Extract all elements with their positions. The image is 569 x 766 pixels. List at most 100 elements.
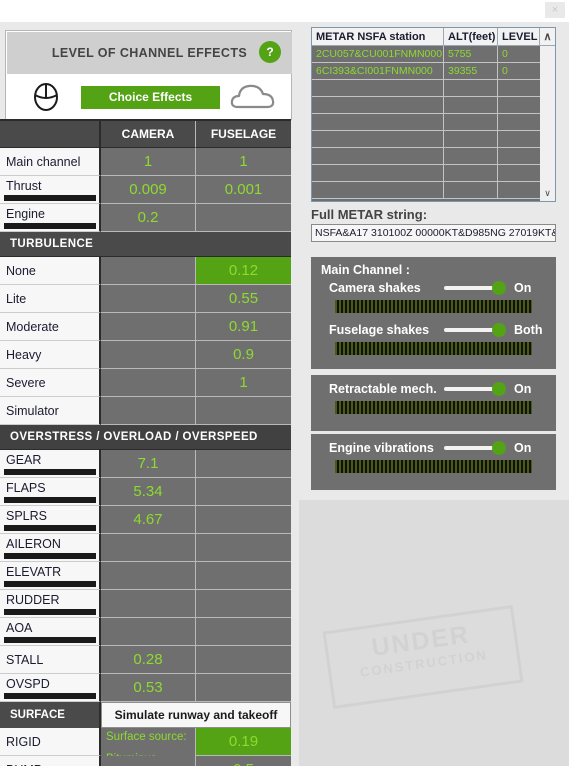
load-bar [4,469,96,475]
table-row[interactable]: Engine 0.2 [0,204,291,232]
slider-knob-icon[interactable] [492,281,506,295]
table-row[interactable]: FLAPS 5.34 [0,478,291,506]
right-panel: UNDER CONSTRUCTION METAR NSFA station AL… [299,22,569,766]
slider-knob-icon[interactable] [492,382,506,396]
metar-alt: 39355 [444,63,498,80]
left-panel: LEVEL OF CHANNEL EFFECTS ? Choice Effect… [0,22,299,766]
camera-shakes-slider[interactable] [444,281,506,295]
scroll-down-icon[interactable]: ∨ [540,186,555,201]
metar-alt [444,80,498,97]
load-bar [4,497,96,503]
table-row[interactable] [312,182,555,199]
fuselage-shakes-slider[interactable] [444,323,506,337]
table-row[interactable]: AILERON [0,534,291,562]
metar-table[interactable]: METAR NSFA station ALT(feet) LEVEL ∧ 2CU… [311,27,556,202]
row-fuselage-value: 1 [196,148,291,176]
metar-scroll-up-icon[interactable]: ∧ [540,28,555,46]
metar-level [498,114,540,131]
metar-scrollbar[interactable]: ∨ [540,46,555,201]
retractable-mech-slider[interactable] [444,382,506,396]
camera-shakes-meter [335,300,532,313]
table-row[interactable]: BUMP 0.5 [0,756,291,766]
row-label: OVSPD [6,677,50,691]
metar-level [498,131,540,148]
metar-col-station: METAR NSFA station [312,28,444,46]
choice-effects-button[interactable]: Choice Effects [81,85,220,109]
row-label: BUMP [0,756,101,766]
metar-level [498,97,540,114]
row-label: Engine [6,207,45,221]
engine-vibrations-state: On [514,441,532,455]
table-row[interactable]: None 0.12 [0,257,291,285]
simulate-runway-button[interactable]: Simulate runway and takeoff [101,702,291,728]
table-row[interactable] [312,165,555,182]
table-row[interactable] [312,114,555,131]
slider-knob-icon[interactable] [492,441,506,455]
table-row[interactable]: RUDDER [0,590,291,618]
effects-toolbar: Choice Effects [7,75,292,119]
row-fuselage-value [196,618,291,646]
surface-value: 0.5 [196,756,291,766]
table-row[interactable]: 6CI393&CI001FNMN000 39355 0 [312,63,555,80]
row-label: Main channel [0,148,101,176]
row-fuselage-value [196,674,291,702]
table-row[interactable] [312,131,555,148]
cloud-icon [230,82,276,112]
table-row[interactable]: SPLRS 4.67 [0,506,291,534]
row-label: None [0,257,101,285]
engine-vibrations-slider[interactable] [444,441,506,455]
row-label: FLAPS [6,481,46,495]
close-button[interactable]: × [545,2,565,18]
row-fuselage-value: 0.12 [196,257,291,285]
row-fuselage-value [196,562,291,590]
row-label-splrs: SPLRS [0,506,101,534]
grid-header-blank [0,121,101,148]
metar-station [312,114,444,131]
table-row[interactable]: STALL 0.28 [0,646,291,674]
table-row[interactable]: Moderate 0.91 [0,313,291,341]
table-row[interactable]: Thrust 0.009 0.001 [0,176,291,204]
metar-alt [444,182,498,199]
row-camera-value: 7.1 [101,450,196,478]
full-metar-input[interactable]: NSFA&A17 310100Z 00000KT&D985NG 27019KT&… [311,224,556,242]
load-bar [4,525,96,531]
metar-alt: 5755 [444,46,498,63]
metar-alt [444,165,498,182]
row-fuselage-value: 0.001 [196,176,291,204]
table-row[interactable]: RIGID Surface source: Bituminus 0.19 [0,728,291,765]
load-bar [4,195,96,201]
row-fuselage-value [196,204,291,232]
table-row[interactable]: GEAR 7.1 [0,450,291,478]
metar-level [498,165,540,182]
row-camera-value: 4.67 [101,506,196,534]
row-fuselage-value [196,534,291,562]
head-icon [29,82,63,112]
table-row[interactable]: Main channel 1 1 [0,148,291,176]
engine-vibrations-group: Engine vibrations On [311,434,556,490]
row-fuselage-value: 0.91 [196,313,291,341]
row-camera-value [101,313,196,341]
table-row[interactable]: Heavy 0.9 [0,341,291,369]
surface-source-label: Surface source: [106,731,187,743]
table-row[interactable] [312,80,555,97]
table-row[interactable]: 2CU057&CU001FNMN000 5755 0 [312,46,555,63]
table-row[interactable]: OVSPD 0.53 [0,674,291,702]
metar-alt [444,131,498,148]
table-row[interactable]: Severe 1 [0,369,291,397]
help-button[interactable]: ? [259,41,281,63]
fuselage-shakes-state: Both [514,323,543,337]
row-label: RUDDER [6,593,60,607]
table-row[interactable]: Lite 0.55 [0,285,291,313]
surface-header-row: SURFACE Simulate runway and takeoff [0,702,291,728]
table-row[interactable]: ELEVATR [0,562,291,590]
table-row[interactable]: Simulator [0,397,291,425]
fuselage-shakes-meter [335,342,532,355]
row-fuselage-value: 0.55 [196,285,291,313]
table-row[interactable] [312,97,555,114]
slider-knob-icon[interactable] [492,323,506,337]
channel-effects-header-frame: LEVEL OF CHANNEL EFFECTS ? Choice Effect… [5,30,292,120]
surface-value: 0.19 [196,728,291,756]
row-label-aileron: AILERON [0,534,101,562]
table-row[interactable]: AOA [0,618,291,646]
table-row[interactable] [312,148,555,165]
